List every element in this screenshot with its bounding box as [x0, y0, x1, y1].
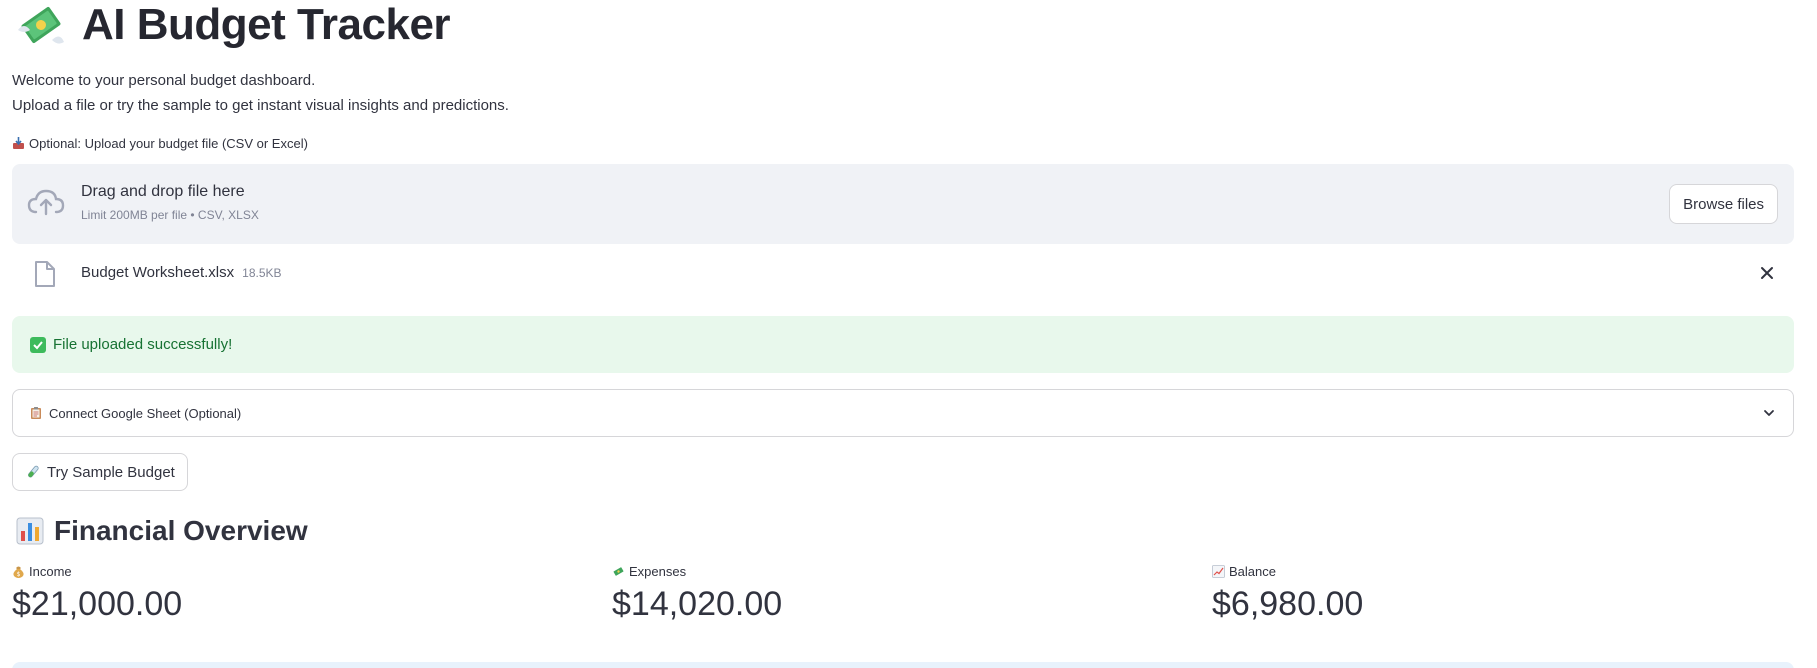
- inbox-tray-icon: [13, 136, 24, 149]
- metric-value-expenses: $14,020.00: [612, 585, 783, 623]
- try-sample-budget-button[interactable]: Try Sample Budget: [12, 453, 188, 491]
- success-alert: File uploaded successfully!: [12, 316, 1794, 373]
- metric-label-text: Balance: [1229, 563, 1276, 579]
- page: AI Budget Tracker Welcome to your person…: [0, 0, 1817, 668]
- bar-chart-icon: [16, 517, 44, 545]
- intro-line-2: Upload a file or try the sample to get i…: [12, 97, 509, 114]
- metric-label-text: Expenses: [629, 563, 687, 579]
- svg-text:$: $: [17, 571, 21, 578]
- metric-value-income: $21,000.00: [12, 585, 183, 623]
- main-content: AI Budget Tracker Welcome to your person…: [12, 0, 1794, 624]
- metric-income: $ Income $21,000.00: [12, 563, 183, 624]
- try-sample-budget-label: Try Sample Budget: [47, 463, 175, 481]
- clipboard-icon: [31, 407, 41, 419]
- dropzone-limit: Limit 200MB per file • CSV, XLSX: [81, 208, 259, 222]
- metric-label-text: Income: [29, 563, 72, 579]
- metric-expenses: Expenses $14,020.00: [612, 563, 783, 624]
- expander-label: Connect Google Sheet (Optional): [49, 405, 242, 421]
- check-mark-icon: [30, 336, 46, 353]
- file-name-group: Budget Worksheet.xlsx 18.5KB: [81, 264, 282, 281]
- browse-files-button[interactable]: Browse files: [1669, 184, 1778, 224]
- upload-label-text: Optional: Upload your budget file (CSV o…: [29, 135, 308, 151]
- title-row: AI Budget Tracker: [12, 0, 1792, 50]
- money-with-wings-icon: [18, 7, 64, 44]
- metric-label-expenses: Expenses: [612, 563, 782, 579]
- metric-label-income: $ Income: [12, 563, 182, 579]
- metrics-row: $ Income $21,000.00 Expenses $14,020.00 …: [12, 563, 1792, 624]
- intro-text: Welcome to your personal budget dashboar…: [12, 68, 1792, 118]
- test-tube-icon: [28, 465, 39, 478]
- file-icon: [35, 261, 55, 287]
- close-icon[interactable]: [1756, 262, 1778, 284]
- money-bag-icon: $: [13, 566, 24, 578]
- success-message: File uploaded successfully!: [53, 336, 233, 353]
- google-sheet-expander[interactable]: Connect Google Sheet (Optional): [12, 389, 1794, 437]
- file-name: Budget Worksheet.xlsx: [81, 264, 235, 281]
- cloud-upload-icon: [27, 189, 65, 216]
- section-title: Financial Overview: [54, 515, 308, 546]
- upload-label: Optional: Upload your budget file (CSV o…: [12, 134, 1792, 152]
- file-size: 18.5KB: [242, 266, 282, 280]
- file-dropzone[interactable]: Drag and drop file here Limit 200MB per …: [12, 164, 1794, 244]
- chart-increasing-icon: [1212, 564, 1225, 578]
- dropzone-text: Drag and drop file here Limit 200MB per …: [81, 182, 259, 222]
- intro-line-1: Welcome to your personal budget dashboar…: [12, 72, 316, 89]
- dropzone-title: Drag and drop file here: [81, 183, 245, 200]
- metric-label-balance: Balance: [1212, 563, 1363, 579]
- money-with-wings-icon: [613, 566, 624, 576]
- chevron-down-icon: [1764, 410, 1774, 416]
- page-title: AI Budget Tracker: [82, 0, 451, 49]
- metric-value-balance: $6,980.00: [1212, 585, 1364, 623]
- uploaded-file-row: Budget Worksheet.xlsx 18.5KB: [12, 244, 1794, 304]
- info-alert: [12, 662, 1794, 668]
- metric-balance: Balance $6,980.00: [1212, 563, 1364, 624]
- financial-overview-heading: Financial Overview: [12, 513, 1792, 549]
